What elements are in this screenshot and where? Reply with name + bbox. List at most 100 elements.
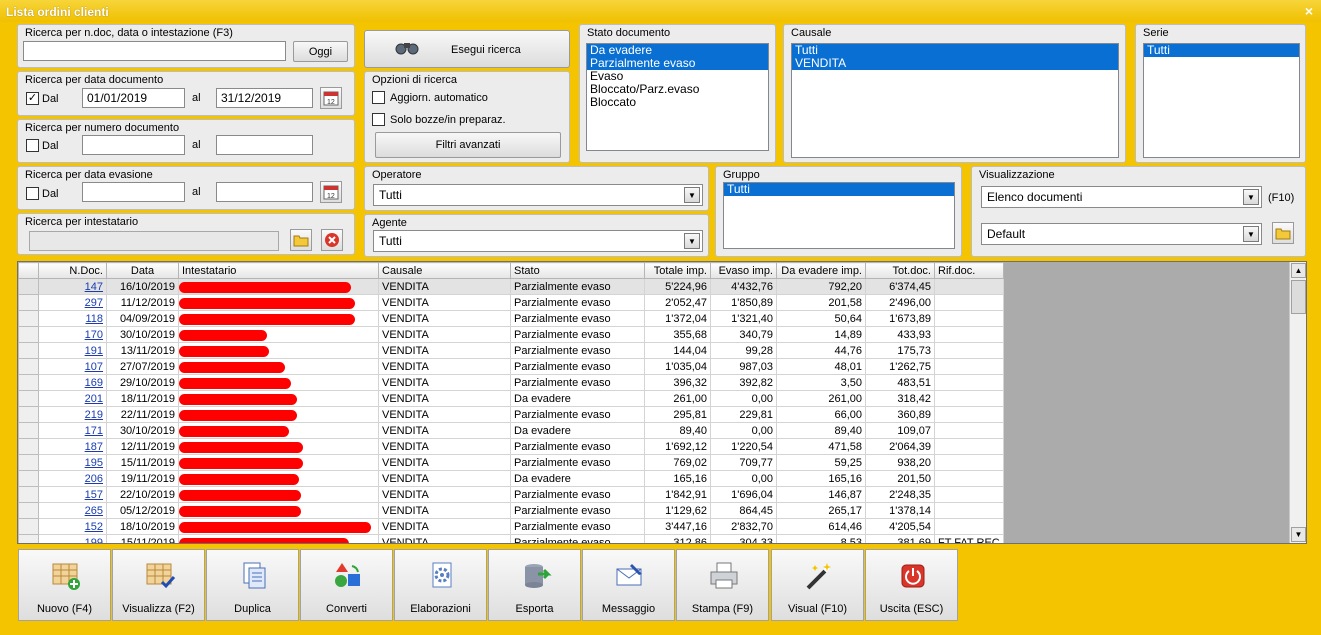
column-header[interactable]: Stato	[510, 262, 645, 279]
clear-icon[interactable]	[321, 229, 343, 251]
table-row[interactable]: 169 29/10/2019 VENDITA Parzialmente evaso 39…	[18, 374, 1004, 391]
view-select[interactable]: Elenco documenti ▼	[981, 186, 1262, 208]
row-header[interactable]	[18, 502, 39, 519]
row-header[interactable]	[18, 518, 39, 535]
folder-icon[interactable]	[1272, 222, 1294, 244]
table-row[interactable]: 147 16/10/2019 VENDITA Parzialmente evaso 5'…	[18, 278, 1004, 295]
export-button[interactable]: Esporta	[488, 549, 581, 621]
doc-number-link[interactable]: 157	[38, 486, 107, 503]
view-button[interactable]: Visualizza (F2)	[112, 549, 205, 621]
calendar-icon[interactable]: 12	[320, 87, 342, 109]
column-header[interactable]: Data	[106, 262, 179, 279]
column-header[interactable]: N.Doc.	[38, 262, 107, 279]
doc-number-link[interactable]: 152	[38, 518, 107, 535]
date-from-field[interactable]	[82, 88, 185, 108]
table-row[interactable]: 297 11/12/2019 VENDITA Parzialmente evaso 2'…	[18, 294, 1004, 311]
chevron-down-icon[interactable]: ▼	[1243, 189, 1259, 205]
table-row[interactable]: 171 30/10/2019 VENDITA Da evadere 89,40 0,00 8…	[18, 422, 1004, 439]
row-header[interactable]	[18, 326, 39, 343]
layout-select[interactable]: Default ▼	[981, 223, 1262, 245]
column-header[interactable]: Intestatario	[178, 262, 379, 279]
row-header[interactable]	[18, 470, 39, 487]
today-button[interactable]: Oggi	[293, 41, 348, 62]
doc-number-link[interactable]: 147	[38, 278, 107, 295]
doc-number-link[interactable]: 107	[38, 358, 107, 375]
table-row[interactable]: 107 27/07/2019 VENDITA Parzialmente evaso 1'…	[18, 358, 1004, 375]
doc-number-link[interactable]: 187	[38, 438, 107, 455]
exit-button[interactable]: Uscita (ESC)	[865, 549, 958, 621]
chevron-down-icon[interactable]: ▼	[684, 233, 700, 249]
table-row[interactable]: 187 12/11/2019 VENDITA Parzialmente evaso 1'…	[18, 438, 1004, 455]
table-row[interactable]: 195 15/11/2019 VENDITA Parzialmente evaso 76…	[18, 454, 1004, 471]
column-header[interactable]: Da evadere imp.	[776, 262, 866, 279]
row-header[interactable]	[18, 454, 39, 471]
row-header[interactable]	[18, 534, 39, 543]
vertical-scrollbar[interactable]: ▲ ▼	[1289, 262, 1306, 543]
doc-number-link[interactable]: 170	[38, 326, 107, 343]
date-to-field[interactable]	[216, 88, 313, 108]
row-header[interactable]	[18, 422, 39, 439]
drafts-only-checkbox[interactable]	[372, 113, 385, 126]
table-row[interactable]: 201 18/11/2019 VENDITA Da evadere 261,00 0,00…	[18, 390, 1004, 407]
doc-number-link[interactable]: 191	[38, 342, 107, 359]
table-row[interactable]: 118 04/09/2019 VENDITA Parzialmente evaso 1'…	[18, 310, 1004, 327]
duplicate-button[interactable]: Duplica	[206, 549, 299, 621]
doc-number-link[interactable]: 171	[38, 422, 107, 439]
close-icon[interactable]: ×	[1305, 3, 1313, 19]
scroll-thumb[interactable]	[1291, 280, 1306, 314]
date-dal-checkbox[interactable]: ✓	[26, 92, 39, 105]
agente-select[interactable]: Tutti ▼	[373, 230, 703, 252]
evasion-dal-checkbox[interactable]	[26, 187, 39, 200]
doc-number-link[interactable]: 118	[38, 310, 107, 327]
number-to-field[interactable]	[216, 135, 313, 155]
doc-number-link[interactable]: 206	[38, 470, 107, 487]
doc-number-link[interactable]: 297	[38, 294, 107, 311]
list-item[interactable]: Bloccato	[587, 96, 768, 109]
row-header[interactable]	[18, 390, 39, 407]
doc-number-link[interactable]: 201	[38, 390, 107, 407]
serie-list[interactable]: Tutti	[1143, 43, 1300, 158]
table-row[interactable]: 206 19/11/2019 VENDITA Da evadere 165,16 0,00…	[18, 470, 1004, 487]
search-input[interactable]	[23, 41, 286, 61]
chevron-down-icon[interactable]: ▼	[1243, 226, 1259, 242]
evasion-to-field[interactable]	[216, 182, 313, 202]
folder-icon[interactable]	[290, 229, 312, 251]
column-header[interactable]: Totale imp.	[644, 262, 711, 279]
row-header[interactable]	[18, 438, 39, 455]
row-header[interactable]	[18, 310, 39, 327]
row-header[interactable]	[18, 406, 39, 423]
row-header[interactable]	[18, 278, 39, 295]
scroll-up-icon[interactable]: ▲	[1291, 263, 1306, 278]
process-button[interactable]: Elaborazioni	[394, 549, 487, 621]
table-row[interactable]: 157 22/10/2019 VENDITA Parzialmente evaso 1'…	[18, 486, 1004, 503]
column-header[interactable]: Evaso imp.	[710, 262, 777, 279]
doc-number-link[interactable]: 195	[38, 454, 107, 471]
table-row[interactable]: 170 30/10/2019 VENDITA Parzialmente evaso 35…	[18, 326, 1004, 343]
list-item[interactable]: Tutti	[1144, 44, 1299, 57]
causale-list[interactable]: Tutti VENDITA	[791, 43, 1119, 158]
run-search-button[interactable]: Esegui ricerca	[364, 30, 570, 68]
list-item[interactable]: Tutti	[724, 183, 954, 196]
evasion-from-field[interactable]	[82, 182, 185, 202]
row-header[interactable]	[18, 294, 39, 311]
row-header[interactable]	[18, 342, 39, 359]
auto-update-checkbox[interactable]	[372, 91, 385, 104]
doc-state-list[interactable]: Da evadere Parzialmente evaso Evaso Bloc…	[586, 43, 769, 151]
doc-number-link[interactable]: 265	[38, 502, 107, 519]
operatore-select[interactable]: Tutti ▼	[373, 184, 703, 206]
list-item[interactable]: VENDITA	[792, 57, 1118, 70]
number-dal-checkbox[interactable]	[26, 139, 39, 152]
column-header[interactable]: Tot.doc.	[865, 262, 935, 279]
visual-button[interactable]: Visual (F10)	[771, 549, 864, 621]
table-row[interactable]: 191 13/11/2019 VENDITA Parzialmente evaso 14…	[18, 342, 1004, 359]
doc-number-link[interactable]: 169	[38, 374, 107, 391]
table-row[interactable]: 265 05/12/2019 VENDITA Parzialmente evaso 1'…	[18, 502, 1004, 519]
doc-number-link[interactable]: 199	[38, 534, 107, 543]
column-header[interactable]: Causale	[378, 262, 511, 279]
calendar-icon[interactable]: 12	[320, 181, 342, 203]
new-button[interactable]: Nuovo (F4)	[18, 549, 111, 621]
scroll-down-icon[interactable]: ▼	[1291, 527, 1306, 542]
print-button[interactable]: Stampa (F9)	[676, 549, 769, 621]
doc-number-link[interactable]: 219	[38, 406, 107, 423]
table-row[interactable]: 199 15/11/2019 VENDITA Parzialmente evaso 31…	[18, 534, 1004, 543]
